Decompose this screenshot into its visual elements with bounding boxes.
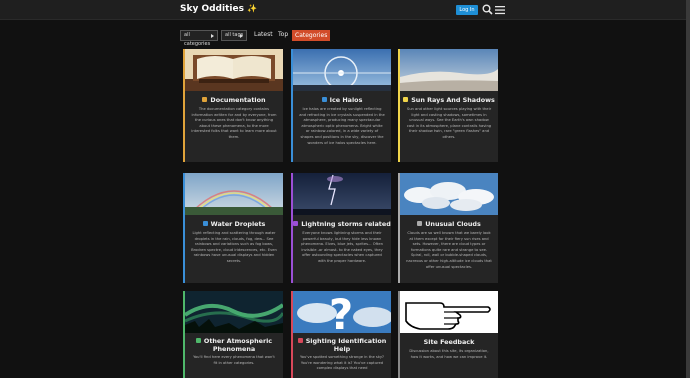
book-icon [202, 97, 208, 102]
category-title-text: Documentation [210, 96, 266, 104]
category-image [400, 291, 498, 333]
category-card-documentation[interactable]: Documentation The documentation category… [183, 49, 283, 162]
category-title-text: Site Feedback [423, 338, 475, 346]
category-description: Ice halos are created by sunlight reflec… [299, 107, 385, 145]
category-title-text: Sun Rays And Shadows [411, 96, 495, 104]
category-description: Clouds are so well known that we barely … [406, 231, 492, 269]
cloud-icon [417, 221, 423, 226]
category-description: You'll find here every phenomena that wo… [193, 355, 275, 365]
droplet-icon [202, 221, 208, 226]
category-description: You've spotted something strange in the … [300, 355, 384, 371]
category-title[interactable]: Sun Rays And Shadows [400, 96, 498, 104]
category-description: Sun and other light sources playing with… [406, 107, 492, 139]
sparkle-icon: ✨ [246, 4, 257, 13]
category-title-text: Water Droplets [210, 220, 266, 228]
category-description: Everyone knows lightning storms and thei… [301, 231, 383, 263]
category-title[interactable]: Sighting Identification Help [293, 337, 391, 353]
hamburger-menu-icon[interactable] [495, 5, 505, 15]
site-title[interactable]: Sky Oddities ✨ [180, 4, 257, 14]
svg-text:?: ? [329, 291, 353, 333]
category-title[interactable]: Ice Halos [293, 96, 391, 104]
category-image [185, 291, 283, 333]
category-card-water-droplets[interactable]: Water Droplets Light reflecting and scat… [183, 173, 283, 283]
category-description: Discussion about this site, its organiza… [409, 349, 489, 359]
category-title[interactable]: Site Feedback [400, 338, 498, 346]
site-header: Sky Oddities ✨ Log In [0, 0, 686, 20]
category-image [293, 49, 391, 91]
category-description: Light reflecting and scattering through … [191, 231, 277, 263]
search-icon[interactable] [482, 4, 493, 15]
category-title[interactable]: Lightning storms related [293, 220, 391, 228]
categories-dropdown[interactable]: all categories [180, 30, 218, 47]
category-card-unusual-clouds[interactable]: Unusual Clouds Clouds are so well known … [398, 173, 498, 283]
tags-dropdown[interactable]: all tags [221, 30, 247, 41]
lightning-icon [293, 221, 299, 226]
caret-right-icon [240, 34, 243, 38]
category-image [293, 173, 391, 215]
categories-dropdown-label: all categories [184, 32, 211, 47]
category-image [185, 173, 283, 215]
nav-categories[interactable]: Categories [292, 30, 331, 41]
category-card-sun-rays[interactable]: Sun Rays And Shadows Sun and other light… [398, 49, 498, 162]
category-title-text: Lightning storms related [301, 220, 391, 228]
category-title[interactable]: Other Atmospheric Phenomena [185, 337, 283, 353]
category-card-other-phenomena[interactable]: Other Atmospheric Phenomena You'll find … [183, 291, 283, 378]
category-title-text: Other Atmospheric Phenomena [203, 337, 273, 353]
nav-top[interactable]: Top [278, 31, 288, 38]
category-title[interactable]: Water Droplets [185, 220, 283, 228]
category-card-ice-halos[interactable]: Ice Halos Ice halos are created by sunli… [291, 49, 391, 162]
caret-right-icon [211, 34, 214, 38]
question-icon [297, 338, 303, 343]
category-title[interactable]: Documentation [185, 96, 283, 104]
snowflake-icon [321, 97, 327, 102]
category-image [400, 173, 498, 215]
site-title-text: Sky Oddities [180, 4, 244, 14]
category-image [400, 49, 498, 91]
page-scroll-edge [686, 0, 690, 378]
category-description: The documentation category contains info… [191, 107, 277, 139]
sun-icon [403, 97, 409, 102]
nav-latest[interactable]: Latest [254, 31, 273, 38]
login-button[interactable]: Log In [456, 5, 478, 15]
category-title-text: Unusual Clouds [425, 220, 481, 228]
category-image: ? [293, 291, 391, 333]
category-title[interactable]: Unusual Clouds [400, 220, 498, 228]
category-image [185, 49, 283, 91]
globe-icon [195, 338, 201, 343]
category-card-site-feedback[interactable]: Site Feedback Discussion about this site… [398, 291, 498, 378]
category-title-text: Sighting Identification Help [305, 337, 387, 353]
category-card-lightning[interactable]: Lightning storms related Everyone knows … [291, 173, 391, 283]
category-card-sighting-help[interactable]: ? Sighting Identification Help You've sp… [291, 291, 391, 378]
category-title-text: Ice Halos [329, 96, 363, 104]
